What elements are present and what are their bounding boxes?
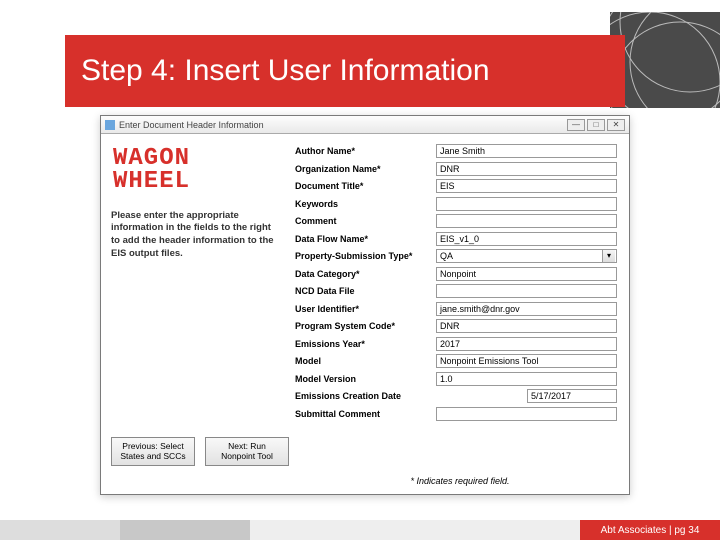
slide-title: Step 4: Insert User Information — [81, 54, 490, 88]
previous-button[interactable]: Previous: Select States and SCCs — [111, 437, 195, 466]
field-label: Data Category* — [295, 269, 430, 279]
field-label: Model — [295, 356, 430, 366]
field-label: Property-Submission Type* — [295, 251, 430, 261]
left-panel: WAGONWHEEL Please enter the appropriate … — [101, 134, 291, 494]
field-label: Comment — [295, 216, 430, 226]
text-input[interactable]: EIS_v1_0 — [436, 232, 617, 246]
text-input[interactable]: DNR — [436, 162, 617, 176]
text-input[interactable]: jane.smith@dnr.gov — [436, 302, 617, 316]
field-label: Keywords — [295, 199, 430, 209]
field-label: Program System Code* — [295, 321, 430, 331]
text-input[interactable] — [436, 197, 617, 211]
text-input[interactable]: Nonpoint Emissions Tool — [436, 354, 617, 368]
footer-text: Abt Associates | pg 34 — [580, 520, 720, 540]
dialog-window: Enter Document Header Information — □ ✕ … — [100, 115, 630, 495]
text-input[interactable]: 2017 — [436, 337, 617, 351]
field-label: Author Name* — [295, 146, 430, 156]
field-label: NCD Data File — [295, 286, 430, 296]
close-button[interactable]: ✕ — [607, 119, 625, 131]
maximize-button[interactable]: □ — [587, 119, 605, 131]
slide-footer: Abt Associates | pg 34 — [0, 520, 720, 540]
next-button[interactable]: Next: Run Nonpoint Tool — [205, 437, 289, 466]
required-note: * Indicates required field. — [410, 476, 509, 486]
text-input[interactable] — [436, 214, 617, 228]
minimize-button[interactable]: — — [567, 119, 585, 131]
text-input[interactable]: Jane Smith — [436, 144, 617, 158]
slide-header: Step 4: Insert User Information — [0, 0, 720, 90]
form-panel: Author Name* Jane Smith Organization Name*… — [291, 134, 629, 494]
wagon-wheel-logo: WAGONWHEEL — [113, 148, 281, 194]
field-label: Emissions Year* — [295, 339, 430, 349]
arc-pattern-icon — [610, 12, 720, 108]
field-label: Document Title* — [295, 181, 430, 191]
text-input[interactable]: 5/17/2017 — [527, 389, 617, 403]
field-label: User Identifier* — [295, 304, 430, 314]
field-label: Model Version — [295, 374, 430, 384]
window-titlebar: Enter Document Header Information — □ ✕ — [101, 116, 629, 134]
field-label: Organization Name* — [295, 164, 430, 174]
select-input[interactable]: QA — [436, 249, 617, 263]
text-input[interactable] — [436, 284, 617, 298]
window-title: Enter Document Header Information — [119, 120, 264, 130]
text-input[interactable]: Nonpoint — [436, 267, 617, 281]
field-label: Submittal Comment — [295, 409, 430, 419]
field-label: Data Flow Name* — [295, 234, 430, 244]
text-input[interactable]: EIS — [436, 179, 617, 193]
instructions-text: Please enter the appropriate information… — [111, 210, 281, 261]
text-input[interactable]: DNR — [436, 319, 617, 333]
decorative-corner — [610, 12, 720, 108]
app-icon — [105, 120, 115, 130]
field-label: Emissions Creation Date — [295, 391, 430, 401]
text-input[interactable]: 1.0 — [436, 372, 617, 386]
text-input[interactable] — [436, 407, 617, 421]
title-bar: Step 4: Insert User Information — [65, 35, 625, 107]
